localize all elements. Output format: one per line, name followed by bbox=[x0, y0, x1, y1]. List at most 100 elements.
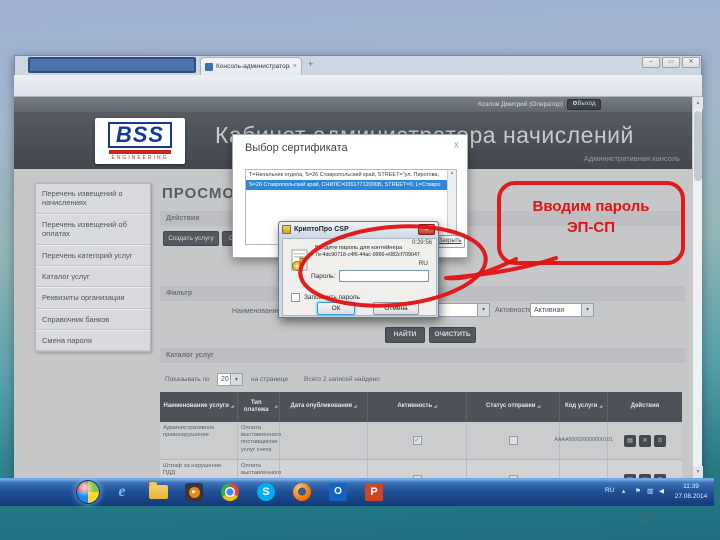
remember-password-checkbox[interactable] bbox=[291, 293, 300, 302]
cell-send-status bbox=[467, 460, 560, 478]
cell-actions: ▤ ✕ ⊙ bbox=[608, 460, 682, 478]
taskbar-powerpoint-icon[interactable]: P bbox=[364, 483, 384, 501]
cell-actions: ▤ ✕ ⊙ bbox=[608, 422, 682, 460]
volume-icon[interactable]: ◀ bbox=[659, 487, 664, 495]
certificate-dialog-close-icon[interactable]: X bbox=[454, 141, 459, 150]
sidebar-menu: Перечень извещений о начислениях Перечен… bbox=[35, 183, 151, 353]
sort-icon[interactable]: ▴▾ bbox=[354, 404, 357, 409]
certificate-item[interactable]: T=Начальник отдела, S=26 Ставропольский … bbox=[246, 170, 456, 180]
column-header-actions: Действия bbox=[630, 403, 660, 410]
column-header-date[interactable]: Дата опубликования ▴▾ bbox=[280, 392, 368, 422]
taskbar-ie-icon[interactable]: e bbox=[112, 483, 132, 501]
network-icon[interactable]: ▥ bbox=[647, 487, 653, 495]
taskbar-firefox-icon[interactable] bbox=[292, 483, 312, 501]
cell-activity bbox=[368, 460, 467, 478]
column-header-type[interactable]: Тип платежа ▴▾ bbox=[238, 392, 280, 422]
dropdown-arrow-icon[interactable]: ▾ bbox=[477, 304, 489, 316]
taskbar-skype-icon[interactable]: S bbox=[256, 483, 276, 501]
activity-dropdown[interactable]: Активная ▾ bbox=[530, 303, 594, 317]
cryptopro-dialog: КриптоПро CSP ✕ 0:29:56 Введите пароль д… bbox=[278, 221, 439, 318]
cell-service-name: Штраф за нарушение ПДД bbox=[160, 460, 238, 478]
new-tab-button[interactable]: + bbox=[308, 59, 313, 69]
slide-page-number: 17 bbox=[640, 510, 655, 525]
sidebar-item-org-details[interactable]: Реквизиты организации bbox=[36, 287, 150, 309]
taskbar-clock[interactable]: 11:39 27.08.2014 bbox=[670, 482, 712, 502]
activity-checkbox[interactable]: ✓ bbox=[412, 436, 422, 445]
action-center-flag-icon[interactable]: ⚑ bbox=[635, 487, 641, 495]
sort-icon[interactable]: ▴▾ bbox=[231, 404, 234, 409]
clear-button[interactable]: ОЧИСТИТЬ bbox=[429, 327, 476, 343]
catalog-section-bar: Каталог услуг bbox=[160, 348, 685, 363]
table-row: Административное правонарушение Оплата в… bbox=[160, 422, 682, 460]
window-controls: – ▭ ✕ bbox=[642, 57, 700, 68]
app-subtitle: Административная консоль bbox=[583, 154, 680, 163]
cryptopro-titlebar[interactable]: КриптоПро CSP ✕ bbox=[279, 222, 438, 237]
browser-tab[interactable]: Консоль-администратора × bbox=[200, 57, 302, 75]
page-size-dropdown[interactable]: 20 ▾ bbox=[217, 373, 243, 386]
hidden-icons-arrow-icon[interactable]: ▴ bbox=[622, 487, 625, 495]
scroll-down-icon[interactable]: ▼ bbox=[693, 466, 703, 478]
find-button[interactable]: НАЙТИ bbox=[385, 327, 425, 343]
taskbar-media-player-icon[interactable]: ▶ bbox=[184, 483, 204, 501]
sidebar-item-change-password[interactable]: Смена пароля bbox=[36, 330, 150, 352]
start-button[interactable] bbox=[76, 480, 100, 504]
sort-icon[interactable]: ▴▾ bbox=[274, 404, 277, 409]
close-button[interactable]: ✕ bbox=[682, 57, 700, 68]
ok-button[interactable]: ОК bbox=[317, 302, 355, 315]
clock-time: 11:39 bbox=[683, 483, 699, 490]
countdown-timer: 0:29:56 bbox=[411, 240, 432, 246]
sidebar-item-payment-notices[interactable]: Перечень извещений об оплатах bbox=[36, 213, 150, 245]
sort-icon[interactable]: ▴▾ bbox=[434, 404, 437, 409]
sidebar-item-bank-directory[interactable]: Справочник банков bbox=[36, 308, 150, 330]
cell-publish-date bbox=[280, 460, 368, 478]
column-header-name[interactable]: Наименование услуги ▴▾ bbox=[160, 392, 238, 422]
scrollbar-thumb[interactable] bbox=[694, 111, 702, 181]
tab-close-icon[interactable]: × bbox=[293, 63, 297, 70]
cell-service-code bbox=[560, 460, 608, 478]
taskbar-chrome-icon[interactable] bbox=[220, 483, 240, 501]
page-scrollbar[interactable]: ▲ ▼ bbox=[692, 97, 703, 478]
dropdown-arrow-icon[interactable]: ▾ bbox=[230, 374, 242, 385]
column-header-send-status[interactable]: Статус отправки ▴▾ bbox=[467, 392, 560, 422]
scroll-up-icon[interactable]: ▲ bbox=[693, 97, 703, 109]
sidebar-item-service-catalog[interactable]: Каталог услуг bbox=[36, 265, 150, 288]
cancel-button[interactable]: Отмена bbox=[373, 302, 419, 315]
cryptopro-app-icon bbox=[282, 225, 291, 234]
password-input[interactable] bbox=[339, 270, 429, 282]
maximize-button[interactable]: ▭ bbox=[662, 57, 680, 68]
logout-button[interactable]: Выход bbox=[567, 99, 601, 110]
edit-icon[interactable]: ▤ bbox=[624, 434, 636, 447]
cell-payment-type: Оплата выставленного поставщиком услуг с… bbox=[238, 422, 281, 460]
language-indicator[interactable]: RU bbox=[605, 487, 614, 494]
list-scrollbar[interactable]: ▲ ▼ bbox=[447, 170, 456, 244]
status-checkbox[interactable] bbox=[508, 436, 518, 445]
delete-icon[interactable]: ✕ bbox=[639, 434, 651, 447]
taskbar-explorer-icon[interactable] bbox=[148, 482, 168, 501]
scroll-up-icon[interactable]: ▲ bbox=[448, 170, 456, 175]
cell-activity: ✓ bbox=[368, 422, 467, 460]
sidebar-item-service-categories[interactable]: Перечень категорий услуг bbox=[36, 244, 150, 266]
bss-logo-subtext: ENGINEERING bbox=[111, 154, 169, 161]
create-service-button[interactable]: Создать услугу bbox=[163, 231, 219, 246]
services-table: Наименование услуги ▴▾ Тип платежа ▴▾ Дата… bbox=[160, 392, 682, 478]
certificate-close-button[interactable]: Закрыть bbox=[435, 235, 465, 248]
table-row: Штраф за нарушение ПДД Оплата выставленн… bbox=[160, 460, 682, 478]
keyboard-layout-indicator: RU bbox=[418, 260, 428, 267]
minimize-button[interactable]: – bbox=[642, 57, 660, 68]
cryptopro-close-icon[interactable]: ✕ bbox=[418, 224, 435, 235]
send-icon[interactable]: ⊙ bbox=[654, 434, 666, 447]
cell-service-name: Административное правонарушение bbox=[160, 422, 238, 460]
sort-icon[interactable]: ▴▾ bbox=[599, 404, 602, 409]
presentation-slide: Консоль-администратора × + – ▭ ✕ ЯНДЕКС … bbox=[0, 0, 720, 540]
dropdown-arrow-icon[interactable]: ▾ bbox=[581, 304, 593, 316]
taskbar-outlook-icon[interactable]: O bbox=[328, 483, 348, 501]
bss-logo-bar bbox=[109, 149, 171, 154]
cell-publish-date bbox=[280, 422, 368, 460]
certificate-item-selected[interactable]: S=26 Ставропольский край, СНИЛС=03617712… bbox=[246, 180, 456, 190]
sort-icon[interactable]: ▴▾ bbox=[537, 404, 540, 409]
sidebar-item-accrual-notices[interactable]: Перечень извещений о начислениях bbox=[36, 184, 150, 214]
table-header-row: Наименование услуги ▴▾ Тип платежа ▴▾ Дата… bbox=[160, 392, 682, 422]
column-header-activity[interactable]: Активность ▴▾ bbox=[368, 392, 467, 422]
column-header-code[interactable]: Код услуги ▴▾ bbox=[560, 392, 608, 422]
power-icon bbox=[572, 101, 577, 106]
